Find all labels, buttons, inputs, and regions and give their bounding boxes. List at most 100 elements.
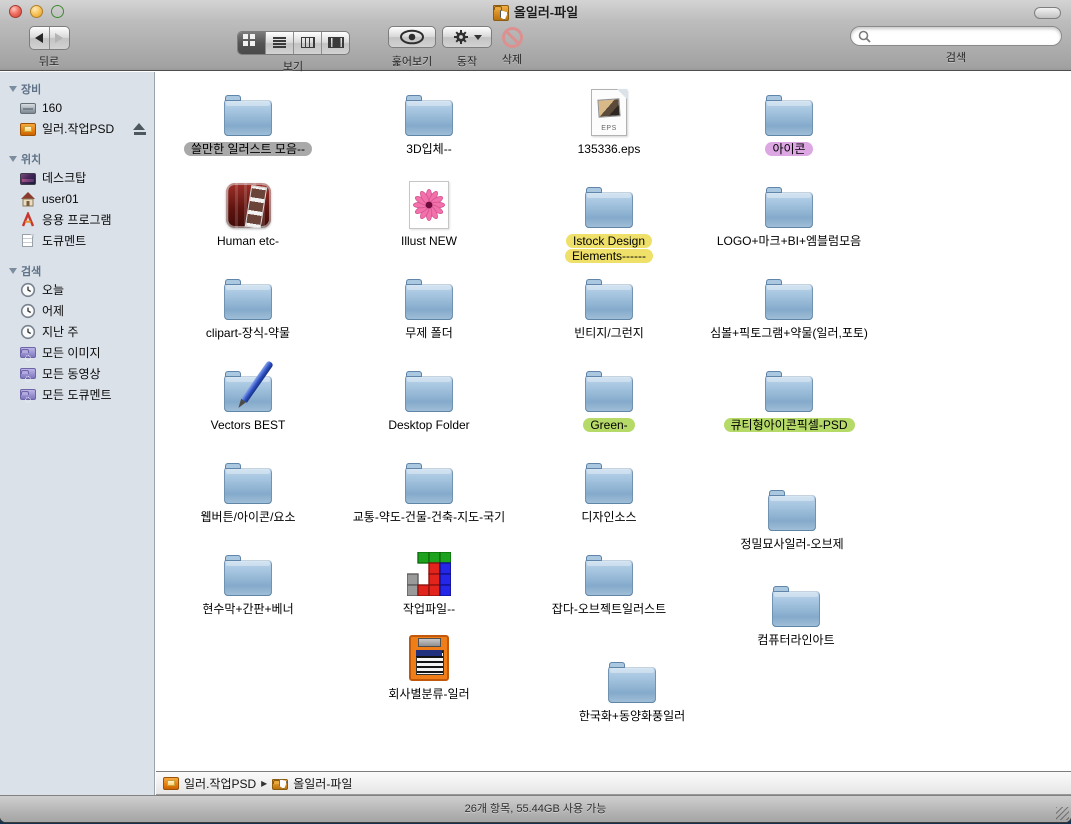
search-input[interactable] (875, 28, 1053, 44)
file-item[interactable]: Illust NEW (341, 174, 517, 249)
sidebar-item-pastweek[interactable]: 지난 주 (0, 321, 154, 342)
sidebar-item-documents[interactable]: 도큐멘트 (0, 230, 154, 251)
file-item[interactable]: 무제 폴더 (341, 266, 517, 341)
list-view-icon (273, 37, 286, 48)
file-item[interactable]: 빈티지/그런지 (521, 266, 697, 341)
disclosure-triangle-icon[interactable] (9, 268, 17, 274)
sidebar-item-desktop[interactable]: 데스크탑 (0, 167, 154, 188)
forward-button[interactable] (49, 27, 69, 49)
title-bar[interactable]: 올일러-파일 (0, 3, 1071, 20)
sidebar-item-160[interactable]: 160 (0, 97, 154, 118)
back-button[interactable] (30, 27, 49, 49)
file-label: 3D입체-- (341, 142, 517, 157)
list-view-button[interactable] (265, 32, 293, 54)
file-label: 작업파일-- (341, 602, 517, 617)
column-view-button[interactable] (293, 32, 321, 54)
quicklook-label: 훑어보기 (388, 53, 436, 69)
sidebar-item-all-images[interactable]: 모든 이미지 (0, 342, 154, 363)
window-title-folder-icon (493, 5, 509, 21)
file-item[interactable]: 쓸만한 일러스트 모음-- (160, 82, 336, 157)
folder-icon (585, 192, 633, 228)
folder-icon (405, 100, 453, 136)
folder-icon (768, 495, 816, 531)
sidebar-item-psd-drive[interactable]: 일러.작업PSD (0, 118, 154, 139)
file-item[interactable]: 디자인소스 (521, 450, 697, 525)
file-item[interactable]: 교통-약도-건물-건축-지도-국기 (341, 450, 517, 525)
file-label: 빈티지/그런지 (521, 326, 697, 341)
disclosure-triangle-icon[interactable] (9, 86, 17, 92)
file-label: clipart-장식-약물 (160, 326, 336, 341)
folder-icon (405, 376, 453, 412)
file-label: 쓸만한 일러스트 모음-- (160, 142, 336, 157)
file-label: Istock Design Elements------ (521, 234, 697, 264)
icon-view-button[interactable] (238, 32, 265, 54)
disclosure-triangle-icon[interactable] (9, 156, 17, 162)
search-field[interactable] (850, 26, 1062, 46)
status-bar: 26개 항목, 55.44GB 사용 가능 (0, 795, 1071, 822)
delete-label: 삭제 (499, 51, 525, 67)
file-item[interactable]: Vectors BEST (160, 358, 336, 433)
file-item[interactable]: clipart-장식-약물 (160, 266, 336, 341)
path-segment[interactable]: 일러.작업PSD (184, 775, 256, 792)
file-item[interactable]: 컴퓨터라인아트 (708, 573, 884, 648)
file-item[interactable]: LOGO+마크+BI+엠블럼모음 (701, 174, 877, 249)
file-label: 웹버튼/아이콘/요소 (160, 510, 336, 525)
file-item[interactable]: 아이콘 (701, 82, 877, 157)
file-label: 135336.eps (521, 142, 697, 157)
file-item[interactable]: 한국화+동양화풍일러 (544, 649, 720, 724)
file-item[interactable]: Green- (521, 358, 697, 433)
custom-folder-icon (272, 779, 288, 790)
sidebar-item-yesterday[interactable]: 어제 (0, 300, 154, 321)
file-label: Vectors BEST (160, 418, 336, 433)
file-item[interactable]: 3D입체-- (341, 82, 517, 157)
path-segment[interactable]: 올일러-파일 (293, 775, 352, 792)
file-item[interactable]: Human etc- (160, 174, 336, 249)
search-icon (858, 30, 871, 43)
delete-button[interactable] (502, 27, 523, 48)
folder-icon (585, 284, 633, 320)
file-item[interactable]: 잡다-오브젝트일러스트 (521, 542, 697, 617)
folder-icon (405, 468, 453, 504)
resize-grip[interactable] (1056, 807, 1069, 820)
toolbar-toggle-button[interactable] (1034, 7, 1061, 19)
file-label: 한국화+동양화풍일러 (544, 709, 720, 724)
file-item[interactable]: EPS 135336.eps (521, 82, 697, 157)
sidebar-section-search[interactable]: 검색 (0, 262, 154, 279)
sidebar-section-devices[interactable]: 장비 (0, 80, 154, 97)
search-label: 검색 (850, 49, 1062, 65)
desktop-icon (20, 173, 36, 185)
orange-drive-icon (163, 777, 179, 790)
quicklook-button[interactable] (388, 26, 436, 48)
folder-icon (772, 591, 820, 627)
sidebar-item-all-documents[interactable]: 모든 도큐멘트 (0, 384, 154, 405)
sidebar-item-applications[interactable]: 응용 프로그램 (0, 209, 154, 230)
sidebar-section-places[interactable]: 위치 (0, 150, 154, 167)
folder-icon (224, 100, 272, 136)
file-item[interactable]: 작업파일-- (341, 542, 517, 617)
file-item[interactable]: 회사별분류-일러 (341, 627, 517, 702)
sidebar-item-all-movies[interactable]: 모든 동영상 (0, 363, 154, 384)
file-item[interactable]: 큐티형아이콘픽셀-PSD (701, 358, 877, 433)
file-label: 무제 폴더 (341, 326, 517, 341)
window-header: 올일러-파일 뒤로 보기 (0, 0, 1071, 71)
eps-file-icon: EPS (591, 89, 627, 136)
file-item[interactable]: Desktop Folder (341, 358, 517, 433)
smart-folder-icon (20, 389, 36, 400)
applications-icon (20, 212, 36, 228)
folder-icon (765, 192, 813, 228)
view-switcher (237, 31, 350, 55)
sidebar-item-today[interactable]: 오늘 (0, 279, 154, 300)
file-label: 컴퓨터라인아트 (708, 633, 884, 648)
file-label: 현수막+간판+베너 (160, 602, 336, 617)
sidebar-item-home[interactable]: user01 (0, 188, 154, 209)
file-item[interactable]: 정밀묘사일러-오브제 (704, 477, 880, 552)
file-item[interactable]: 웹버튼/아이콘/요소 (160, 450, 336, 525)
window-title: 올일러-파일 (514, 2, 578, 21)
action-button[interactable] (442, 26, 492, 48)
file-item[interactable]: 심볼+픽토그램+약물(일러,포토) (701, 266, 877, 341)
eject-icon[interactable] (133, 123, 146, 135)
file-item[interactable]: 현수막+간판+베너 (160, 542, 336, 617)
file-item[interactable]: Istock Design Elements------ (521, 174, 697, 264)
file-browser-area[interactable]: 쓸만한 일러스트 모음-- 3D입체-- EPS 135336.eps 아이콘 … (156, 72, 1071, 770)
coverflow-view-button[interactable] (321, 32, 349, 54)
